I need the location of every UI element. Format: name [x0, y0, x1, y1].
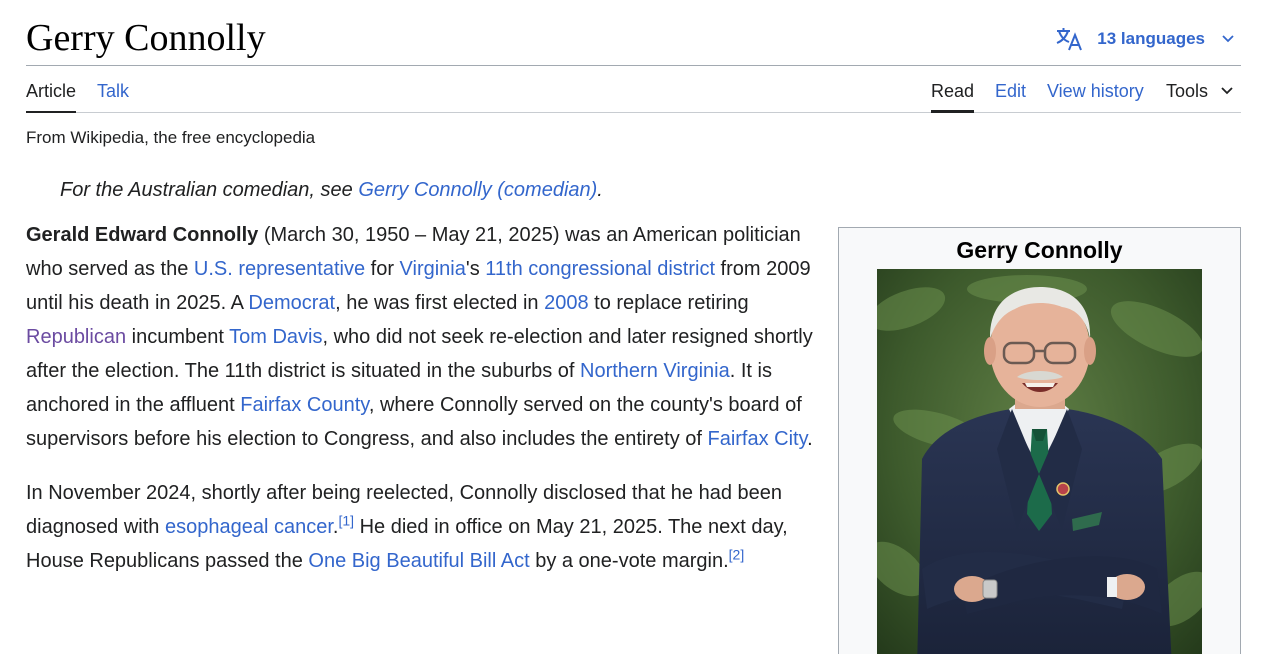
tabs-row: Article Talk Read Edit View history Tool…	[26, 66, 1241, 113]
tab-view-history[interactable]: View history	[1047, 80, 1144, 113]
article-body: Gerald Edward Connolly (March 30, 1950 –…	[26, 218, 826, 598]
page: Gerry Connolly 13 languages Article Talk…	[0, 0, 1264, 654]
body-text: incumbent	[126, 326, 230, 348]
body-text: 's	[465, 258, 486, 280]
chevron-down-icon	[1222, 35, 1234, 43]
languages-button[interactable]: 13 languages	[1055, 26, 1241, 52]
link-fairfax-county[interactable]: Fairfax County	[240, 394, 369, 416]
link-esophageal-cancer[interactable]: esophageal cancer	[165, 516, 333, 538]
tab-article[interactable]: Article	[26, 80, 77, 113]
tagline: From Wikipedia, the free encyclopedia	[26, 128, 316, 147]
body-text: for	[365, 258, 400, 280]
hatnote: For the Australian comedian, see Gerry C…	[60, 179, 603, 202]
tab-tools[interactable]: Tools	[1166, 80, 1234, 113]
link-virginia[interactable]: Virginia	[400, 258, 466, 280]
link-us-representative[interactable]: U.S. representative	[194, 258, 365, 280]
portrait-illustration	[877, 269, 1202, 654]
link-tom-davis[interactable]: Tom Davis	[229, 326, 322, 348]
page-title: Gerry Connolly	[26, 17, 266, 59]
tab-edit[interactable]: Edit	[995, 80, 1026, 113]
link-republican[interactable]: Republican	[26, 326, 126, 348]
infobox: Gerry Connolly	[838, 227, 1241, 654]
hatnote-text: For the Australian comedian, see	[60, 179, 359, 201]
languages-label: 13 languages	[1097, 29, 1205, 48]
body-text: to replace retiring	[588, 292, 749, 314]
body-text: .	[807, 428, 813, 450]
lead-paragraph: Gerald Edward Connolly (March 30, 1950 –…	[26, 218, 826, 456]
link-2008[interactable]: 2008	[544, 292, 589, 314]
link-11th-district[interactable]: 11th congressional district	[485, 258, 715, 280]
hatnote-link[interactable]: Gerry Connolly (comedian)	[358, 179, 597, 201]
body-text: , he was first elected in	[335, 292, 545, 314]
title-row: Gerry Connolly 13 languages	[26, 0, 1241, 66]
hatnote-suffix: .	[597, 179, 603, 201]
link-democrat[interactable]: Democrat	[248, 292, 335, 314]
reference-1[interactable]: [1]	[338, 512, 354, 528]
link-one-big-beautiful-bill-act[interactable]: One Big Beautiful Bill Act	[308, 550, 529, 572]
tab-talk[interactable]: Talk	[97, 80, 129, 113]
body-text: by a one-vote margin.	[529, 550, 729, 572]
tools-label: Tools	[1166, 81, 1209, 101]
second-paragraph: In November 2024, shortly after being re…	[26, 476, 826, 578]
link-northern-virginia[interactable]: Northern Virginia	[580, 360, 730, 382]
link-fairfax-city[interactable]: Fairfax City	[707, 428, 807, 450]
reference-2[interactable]: [2]	[729, 546, 745, 562]
portrait-photo[interactable]	[877, 269, 1202, 654]
subject-name: Gerald Edward Connolly	[26, 224, 259, 246]
chevron-down-icon	[1221, 87, 1233, 95]
translate-icon	[1056, 28, 1083, 51]
infobox-title: Gerry Connolly	[956, 237, 1123, 263]
tab-read[interactable]: Read	[931, 80, 975, 113]
